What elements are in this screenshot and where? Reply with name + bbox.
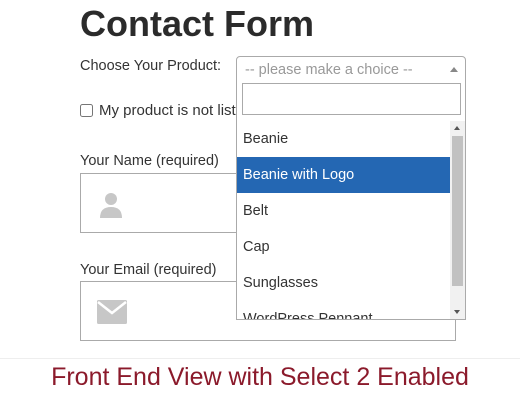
product-dropdown: Beanie Beanie with Logo Belt Cap Sunglas… — [236, 83, 466, 320]
dropdown-option[interactable]: Belt — [237, 193, 450, 229]
dropdown-scrollbar[interactable] — [450, 121, 465, 319]
dropdown-option[interactable]: Beanie with Logo — [237, 157, 450, 193]
page-title: Contact Form — [80, 3, 314, 44]
name-label: Your Name (required) — [80, 153, 219, 169]
dropdown-option[interactable]: Beanie — [237, 121, 450, 157]
chevron-up-icon — [450, 67, 458, 72]
product-label: Choose Your Product: — [80, 58, 222, 74]
not-listed-checkbox-label[interactable]: My product is not listed — [99, 102, 252, 119]
user-icon — [97, 191, 125, 224]
dropdown-search-input[interactable] — [242, 83, 461, 115]
scrollbar-thumb[interactable] — [452, 136, 463, 286]
email-label: Your Email (required) — [80, 262, 217, 278]
dropdown-option[interactable]: WordPress Pennant — [237, 301, 450, 319]
scroll-up-arrow-icon[interactable] — [454, 126, 460, 130]
not-listed-checkbox[interactable] — [80, 104, 93, 117]
caption: Front End View with Select 2 Enabled — [51, 363, 469, 391]
divider — [0, 358, 520, 359]
not-listed-checkbox-row[interactable]: My product is not listed — [80, 102, 252, 119]
dropdown-options: Beanie Beanie with Logo Belt Cap Sunglas… — [237, 121, 450, 319]
envelope-icon — [97, 300, 127, 329]
scroll-down-arrow-icon[interactable] — [454, 310, 460, 314]
product-select-placeholder: -- please make a choice -- — [245, 62, 413, 78]
product-select[interactable]: -- please make a choice -- — [236, 56, 466, 84]
dropdown-option[interactable]: Sunglasses — [237, 265, 450, 301]
dropdown-option[interactable]: Cap — [237, 229, 450, 265]
